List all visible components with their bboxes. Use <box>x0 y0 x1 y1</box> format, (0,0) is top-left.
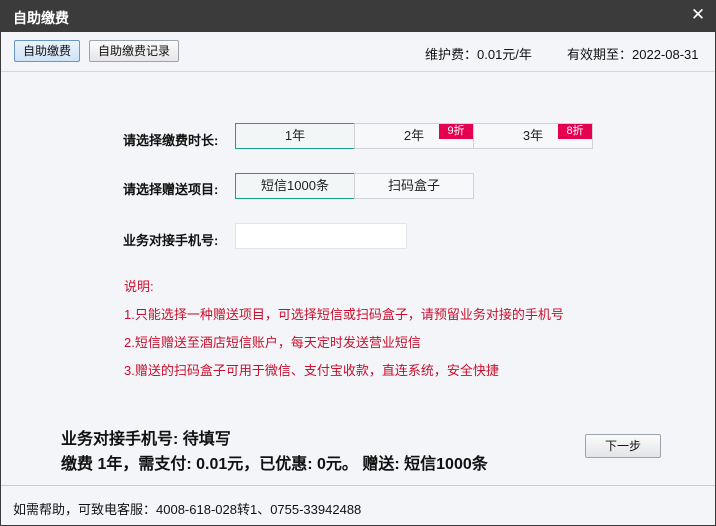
discount-badge: 9折 <box>439 124 473 139</box>
note-item: 1.只能选择一种赠送项目，可选择短信或扫码盒子，请预留业务对接的手机号 <box>124 307 564 322</box>
note-item: 2.短信赠送至酒店短信账户，每天定时发送营业短信 <box>124 335 421 350</box>
next-step-button[interactable]: 下一步 <box>585 434 661 458</box>
expiry-date: 有效期至：2022-08-31 <box>567 47 699 62</box>
gift-option-scan-box[interactable]: 扫码盒子 <box>354 173 474 199</box>
duration-option-3-years[interactable]: 3年 8折 <box>473 123 593 149</box>
duration-option-label: 3年 <box>522 128 544 143</box>
title-bar: 自助缴费 ✕ <box>1 1 715 32</box>
maintenance-fee: 维护费：0.01元/年 <box>425 47 532 62</box>
phone-label: 业务对接手机号: <box>123 233 219 248</box>
main-content: 请选择缴费时长: 1年 2年 9折 3年 8折 请选择赠送项目: 短信1000条… <box>1 73 715 485</box>
payment-window: 自助缴费 ✕ 自助缴费 自助缴费记录 维护费：0.01元/年 有效期至：2022… <box>0 0 716 526</box>
duration-option-label: 1年 <box>284 128 306 143</box>
tab-self-payment[interactable]: 自助缴费 <box>14 40 81 62</box>
summary-payment-line: 缴费 1年，需支付: 0.01元，已优惠: 0元。 赠送: 短信1000条 <box>61 456 488 473</box>
toolbar: 自助缴费 自助缴费记录 维护费：0.01元/年 有效期至：2022-08-31 <box>1 32 715 72</box>
note-item: 3.赠送的扫码盒子可用于微信、支付宝收款，直连系统，安全快捷 <box>124 363 499 378</box>
duration-label: 请选择缴费时长: <box>123 133 219 148</box>
tab-payment-records[interactable]: 自助缴费记录 <box>89 40 180 62</box>
gift-option-sms[interactable]: 短信1000条 <box>235 173 355 199</box>
gift-option-label: 扫码盒子 <box>387 178 440 193</box>
duration-option-1-year[interactable]: 1年 <box>235 123 355 149</box>
help-contact: 如需帮助，可致电客服：4008-618-028转1、0755-33942488 <box>13 502 362 517</box>
phone-input[interactable] <box>235 223 407 249</box>
notes-title: 说明: <box>124 279 154 294</box>
close-icon[interactable]: ✕ <box>689 6 707 24</box>
window-title: 自助缴费 <box>13 10 69 26</box>
discount-badge: 8折 <box>558 124 592 139</box>
summary-phone-line: 业务对接手机号: 待填写 <box>61 431 231 448</box>
duration-option-label: 2年 <box>403 128 425 143</box>
duration-option-2-years[interactable]: 2年 9折 <box>354 123 474 149</box>
gift-option-label: 短信1000条 <box>261 178 329 193</box>
gift-label: 请选择赠送项目: <box>123 182 219 197</box>
footer: 如需帮助，可致电客服：4008-618-028转1、0755-33942488 <box>1 485 715 525</box>
